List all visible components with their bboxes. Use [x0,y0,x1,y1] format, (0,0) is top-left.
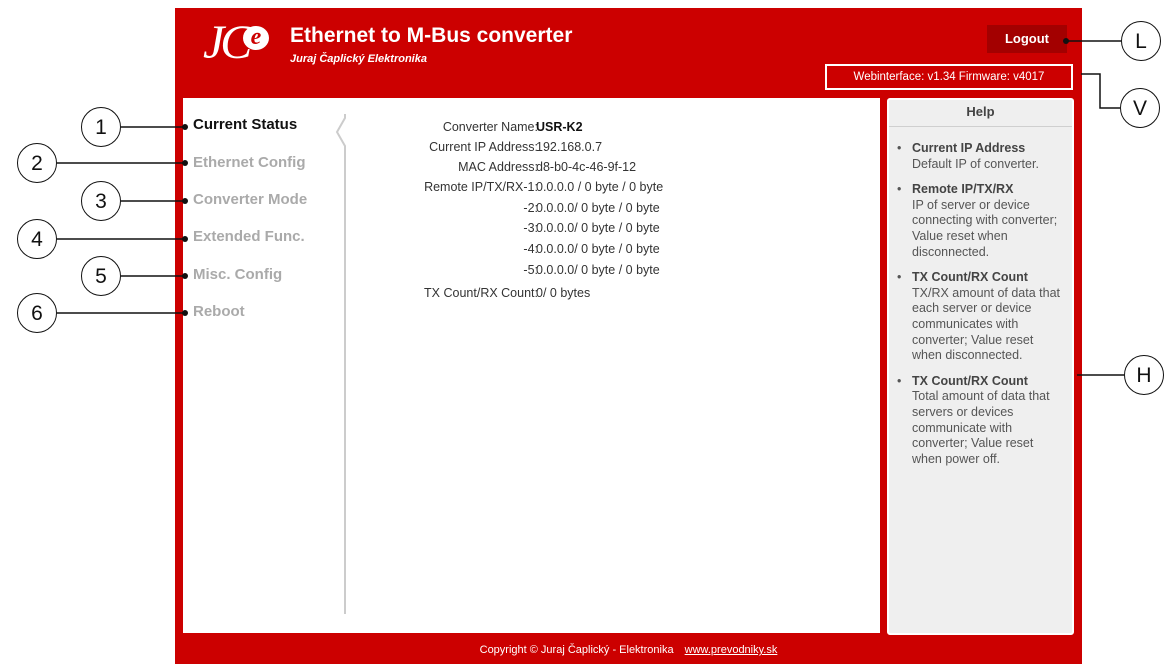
help-item-text: Total amount of data that servers or dev… [912,389,1050,466]
help-panel: Help Current IP Address Default IP of co… [887,98,1074,635]
help-item-heading: Current IP Address [912,141,1026,155]
status-value: 192.168.0.7 [536,140,603,154]
header: JC e Ethernet to M-Bus converter Juraj Č… [175,8,1082,98]
help-item-text: TX/RX amount of data that each server or… [912,285,1060,363]
menu-item-misc-config[interactable]: Misc. Config [193,266,282,283]
status-label: -5: [523,263,538,277]
menu-item-reboot[interactable]: Reboot [193,303,245,320]
help-item: Remote IP/TX/RX IP of server or device c… [897,182,1064,260]
footer-link[interactable]: www.prevodniky.sk [685,644,778,656]
status-label: MAC Address: [458,160,538,174]
status-value: 0.0.0.0 / 0 byte / 0 byte [536,180,664,194]
status-value: USR-K2 [536,120,583,134]
status-label: -3: [523,221,538,235]
help-item-heading: TX Count/RX Count [912,373,1028,388]
status-value: 0/ 0 bytes [536,286,591,300]
status-label: -2: [523,201,538,215]
callout-L: L [1121,21,1161,61]
status-label: Current IP Address: [429,140,538,154]
status-label: -4: [523,242,538,256]
help-item: TX Count/RX Count TX/RX amount of data t… [897,270,1064,364]
menu-item-converter-mode[interactable]: Converter Mode [193,191,307,208]
help-item: Current IP Address Default IP of convert… [897,141,1064,172]
status-value: 0.0.0.0/ 0 byte / 0 byte [536,201,660,215]
help-list: Current IP Address Default IP of convert… [889,127,1072,467]
help-title: Help [889,100,1072,127]
menu-item-current-status[interactable]: Current Status [193,116,297,133]
callout-3: 3 [81,181,121,221]
logo-badge: e [243,25,269,50]
page-subtitle: Juraj Čaplický Elektronika [290,53,427,65]
status-value: 0.0.0.0/ 0 byte / 0 byte [536,242,660,256]
logout-button[interactable]: Logout [987,25,1067,53]
main-content: Current Status Ethernet Config Converter… [183,98,880,633]
logo-text: JC [203,16,252,69]
status-label: Remote IP/TX/RX-1: [424,180,538,194]
callout-V: V [1120,88,1160,128]
status-label: TX Count/RX Count: [424,286,538,300]
help-item-heading: Remote IP/TX/RX [912,182,1014,197]
status-value: 0.0.0.0/ 0 byte / 0 byte [536,263,660,277]
callout-2: 2 [17,143,57,183]
help-item: TX Count/RX Count Total amount of data t… [897,374,1064,468]
version-info: Webinterface: v1.34 Firmware: v4017 [825,64,1073,90]
footer: Copyright © Juraj Čaplický - Elektronika… [175,636,1082,664]
help-item-text: IP of server or device connecting with c… [912,197,1058,259]
footer-copyright: Copyright © Juraj Čaplický - Elektronika [479,644,674,656]
status-value: 0.0.0.0/ 0 byte / 0 byte [536,221,660,235]
callout-5: 5 [81,256,121,296]
status-value: d8-b0-4c-46-9f-12 [536,160,637,174]
menu-divider [335,114,346,614]
callout-6: 6 [17,293,57,333]
app-frame: JC e Ethernet to M-Bus converter Juraj Č… [175,8,1082,664]
callout-H: H [1124,355,1164,395]
menu-item-ethernet-config[interactable]: Ethernet Config [193,154,306,171]
callout-4: 4 [17,219,57,259]
callout-1: 1 [81,107,121,147]
status-label: Converter Name: [442,120,538,134]
help-item-text: Default IP of converter. [912,156,1039,171]
company-logo: JC e [203,18,273,68]
page-title: Ethernet to M-Bus converter [290,24,573,47]
menu-item-extended-func[interactable]: Extended Func. [193,228,305,245]
help-item-heading: TX Count/RX Count [912,270,1028,285]
